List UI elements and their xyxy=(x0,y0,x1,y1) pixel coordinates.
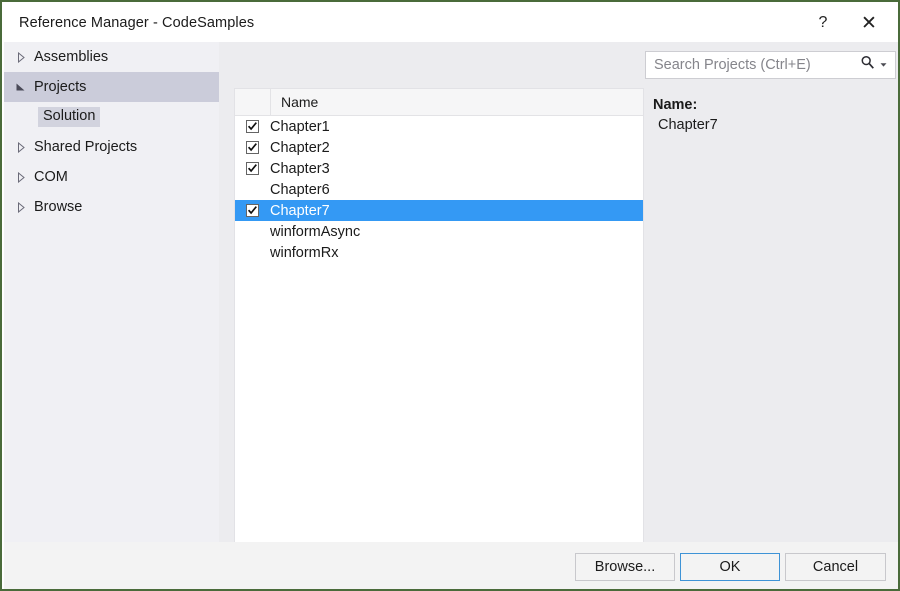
sidebar-item-label: Assemblies xyxy=(34,49,109,65)
project-list-panel: Name Chapter1 Chapter2 Chapter3 Chapter6 Cha… xyxy=(234,88,644,580)
detail-name-label: Name: xyxy=(653,97,698,113)
table-row[interactable]: winformRx xyxy=(235,242,643,263)
search-input[interactable]: Search Projects (Ctrl+E) xyxy=(646,57,811,73)
row-name-label: Chapter3 xyxy=(270,160,330,177)
sidebar-item-label: Browse xyxy=(34,199,83,215)
category-tree: Assemblies Projects Solution Shared Proj… xyxy=(4,42,219,542)
window-controls: ? ✕ xyxy=(800,4,898,42)
list-header-row: Name xyxy=(235,89,643,116)
row-name-label: Chapter7 xyxy=(270,202,330,219)
help-icon[interactable]: ? xyxy=(800,4,846,42)
chevron-right-icon[interactable] xyxy=(4,171,34,183)
table-row[interactable]: winformAsync xyxy=(235,221,643,242)
column-header-name[interactable]: Name xyxy=(271,94,318,110)
column-header-checkbox xyxy=(235,89,271,115)
table-row[interactable]: Chapter2 xyxy=(235,137,643,158)
table-row[interactable]: Chapter1 xyxy=(235,116,643,137)
table-row[interactable]: Chapter7 xyxy=(235,200,643,221)
table-row[interactable]: Chapter6 xyxy=(235,179,643,200)
sidebar-item-label: Shared Projects xyxy=(34,139,138,155)
detail-content: Name: Chapter7 xyxy=(653,95,894,136)
chevron-right-icon[interactable] xyxy=(4,201,34,213)
sidebar-item-label: COM xyxy=(34,169,68,185)
title-bar: Reference Manager - CodeSamples ? ✕ xyxy=(4,4,898,42)
checkbox-checked-icon[interactable] xyxy=(246,141,259,154)
row-checkbox-cell[interactable] xyxy=(235,162,270,175)
sidebar-item-assemblies[interactable]: Assemblies xyxy=(4,42,219,72)
chevron-right-icon[interactable] xyxy=(4,51,34,63)
sidebar-item-browse[interactable]: Browse xyxy=(4,192,219,222)
browse-button[interactable]: Browse... xyxy=(575,553,675,581)
project-list-rows: Chapter1 Chapter2 Chapter3 Chapter6 Chapter7… xyxy=(235,116,643,547)
row-name-label: Chapter1 xyxy=(270,118,330,135)
row-name-label: winformRx xyxy=(270,244,339,261)
cancel-button[interactable]: Cancel xyxy=(785,553,886,581)
dialog-footer: Browse... OK Cancel xyxy=(4,542,898,589)
details-panel: Search Projects (Ctrl+E) Name: Chapter7 xyxy=(645,42,898,542)
chevron-down-icon[interactable] xyxy=(879,56,888,74)
row-name-label: Chapter6 xyxy=(270,181,330,198)
search-icon[interactable] xyxy=(860,55,875,75)
detail-name-value: Chapter7 xyxy=(658,117,718,133)
sidebar-item-com[interactable]: COM xyxy=(4,162,219,192)
row-checkbox-cell[interactable] xyxy=(235,120,270,133)
checkbox-checked-icon[interactable] xyxy=(246,162,259,175)
sidebar-item-label: Projects xyxy=(34,79,87,95)
window-title: Reference Manager - CodeSamples xyxy=(19,15,255,31)
sidebar-item-label: Solution xyxy=(38,106,101,128)
row-checkbox-cell[interactable] xyxy=(235,204,270,217)
dialog-body: Assemblies Projects Solution Shared Proj… xyxy=(4,42,898,580)
row-checkbox-cell[interactable] xyxy=(235,141,270,154)
chevron-down-icon[interactable] xyxy=(4,82,34,92)
checkbox-checked-icon[interactable] xyxy=(246,204,259,217)
row-name-label: Chapter2 xyxy=(270,139,330,156)
search-box[interactable]: Search Projects (Ctrl+E) xyxy=(645,51,896,79)
sidebar-item-solution[interactable]: Solution xyxy=(4,102,219,132)
close-icon[interactable]: ✕ xyxy=(846,4,898,42)
search-controls xyxy=(860,55,895,75)
table-row[interactable]: Chapter3 xyxy=(235,158,643,179)
checkbox-checked-icon[interactable] xyxy=(246,120,259,133)
chevron-right-icon[interactable] xyxy=(4,141,34,153)
sidebar-item-projects[interactable]: Projects xyxy=(4,72,219,102)
ok-button[interactable]: OK xyxy=(680,553,780,581)
row-name-label: winformAsync xyxy=(270,223,361,240)
sidebar-item-shared-projects[interactable]: Shared Projects xyxy=(4,132,219,162)
reference-manager-dialog: Reference Manager - CodeSamples ? ✕ Asse… xyxy=(0,0,900,591)
